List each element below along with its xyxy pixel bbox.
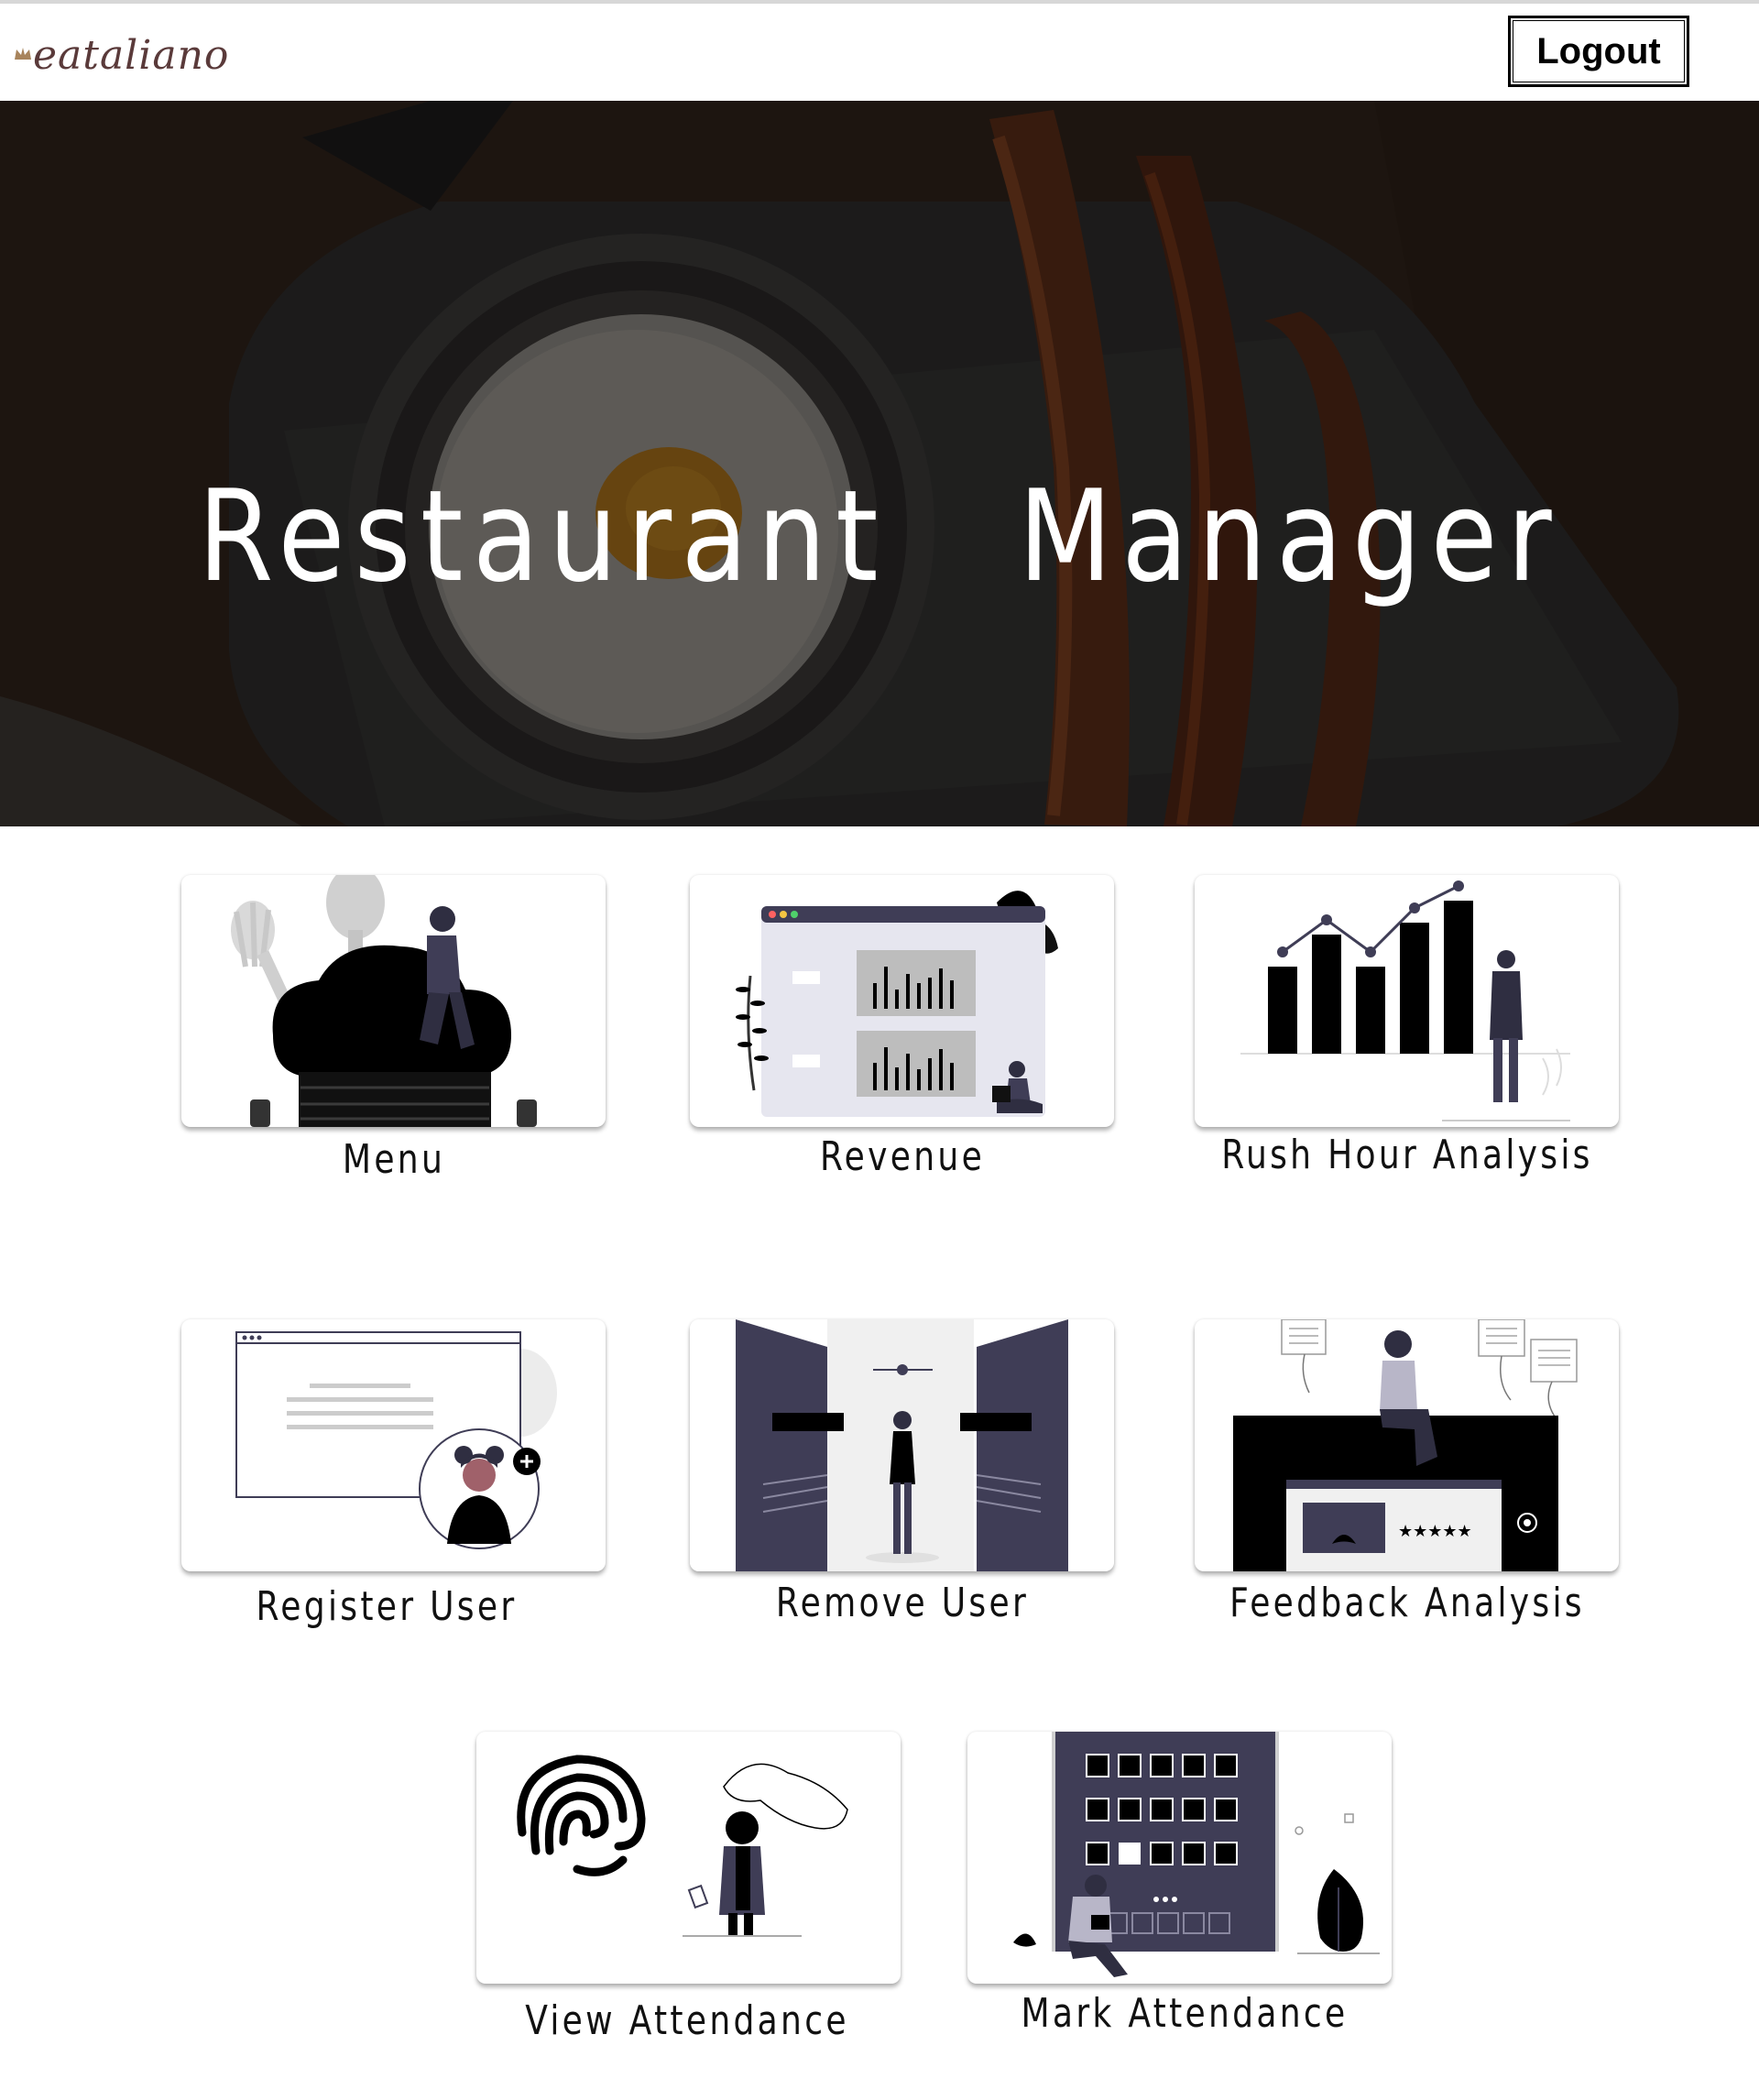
chef-hat-illustration-icon <box>231 875 537 1127</box>
svg-text:★★★★★: ★★★★★ <box>1398 1522 1472 1541</box>
register-user-card-label: Register User <box>256 1583 518 1630</box>
remove-user-card-label: Remove User <box>775 1580 1030 1626</box>
feedback-analysis-card[interactable]: ★★★★★ <box>1195 1319 1619 1571</box>
view-attendance-card-label: View Attendance <box>525 1997 849 2044</box>
rush-hour-analysis-card[interactable] <box>1195 875 1619 1127</box>
mark-attendance-card-label: Mark Attendance <box>1021 1990 1349 2037</box>
revenue-card-label: Revenue <box>819 1133 986 1180</box>
navbar: eataliano Logout <box>0 4 1759 101</box>
rush-hour-analysis-card-label: Rush Hour Analysis <box>1221 1132 1593 1178</box>
feedback-analysis-card-label: Feedback Analysis <box>1229 1580 1585 1626</box>
menu-card-label: Menu <box>342 1136 446 1183</box>
crown-icon <box>15 48 31 60</box>
hero-banner: Restaurant Manager <box>0 101 1759 826</box>
hero-title: Restaurant Manager <box>197 463 1562 610</box>
revenue-card[interactable] <box>690 875 1114 1127</box>
building-illustration-icon <box>1013 1732 1380 1977</box>
rating-illustration-icon: ★★★★★ <box>1233 1319 1578 1571</box>
view-attendance-card[interactable] <box>476 1732 901 1984</box>
remove-user-card[interactable] <box>690 1319 1114 1571</box>
brand-name: eataliano <box>33 31 230 79</box>
fingerprint-illustration-icon <box>517 1755 848 1937</box>
add-user-illustration-icon <box>235 1331 557 1549</box>
register-user-card[interactable] <box>181 1319 606 1571</box>
menu-card[interactable] <box>181 875 606 1127</box>
brand-logo[interactable]: eataliano <box>13 27 229 82</box>
doorway-illustration-icon <box>690 1319 1114 1571</box>
bar-chart-illustration-icon <box>1240 880 1570 1121</box>
mark-attendance-card[interactable] <box>967 1732 1392 1984</box>
revenue-dashboard-illustration-icon <box>736 891 1058 1117</box>
logout-button[interactable]: Logout <box>1508 16 1689 87</box>
